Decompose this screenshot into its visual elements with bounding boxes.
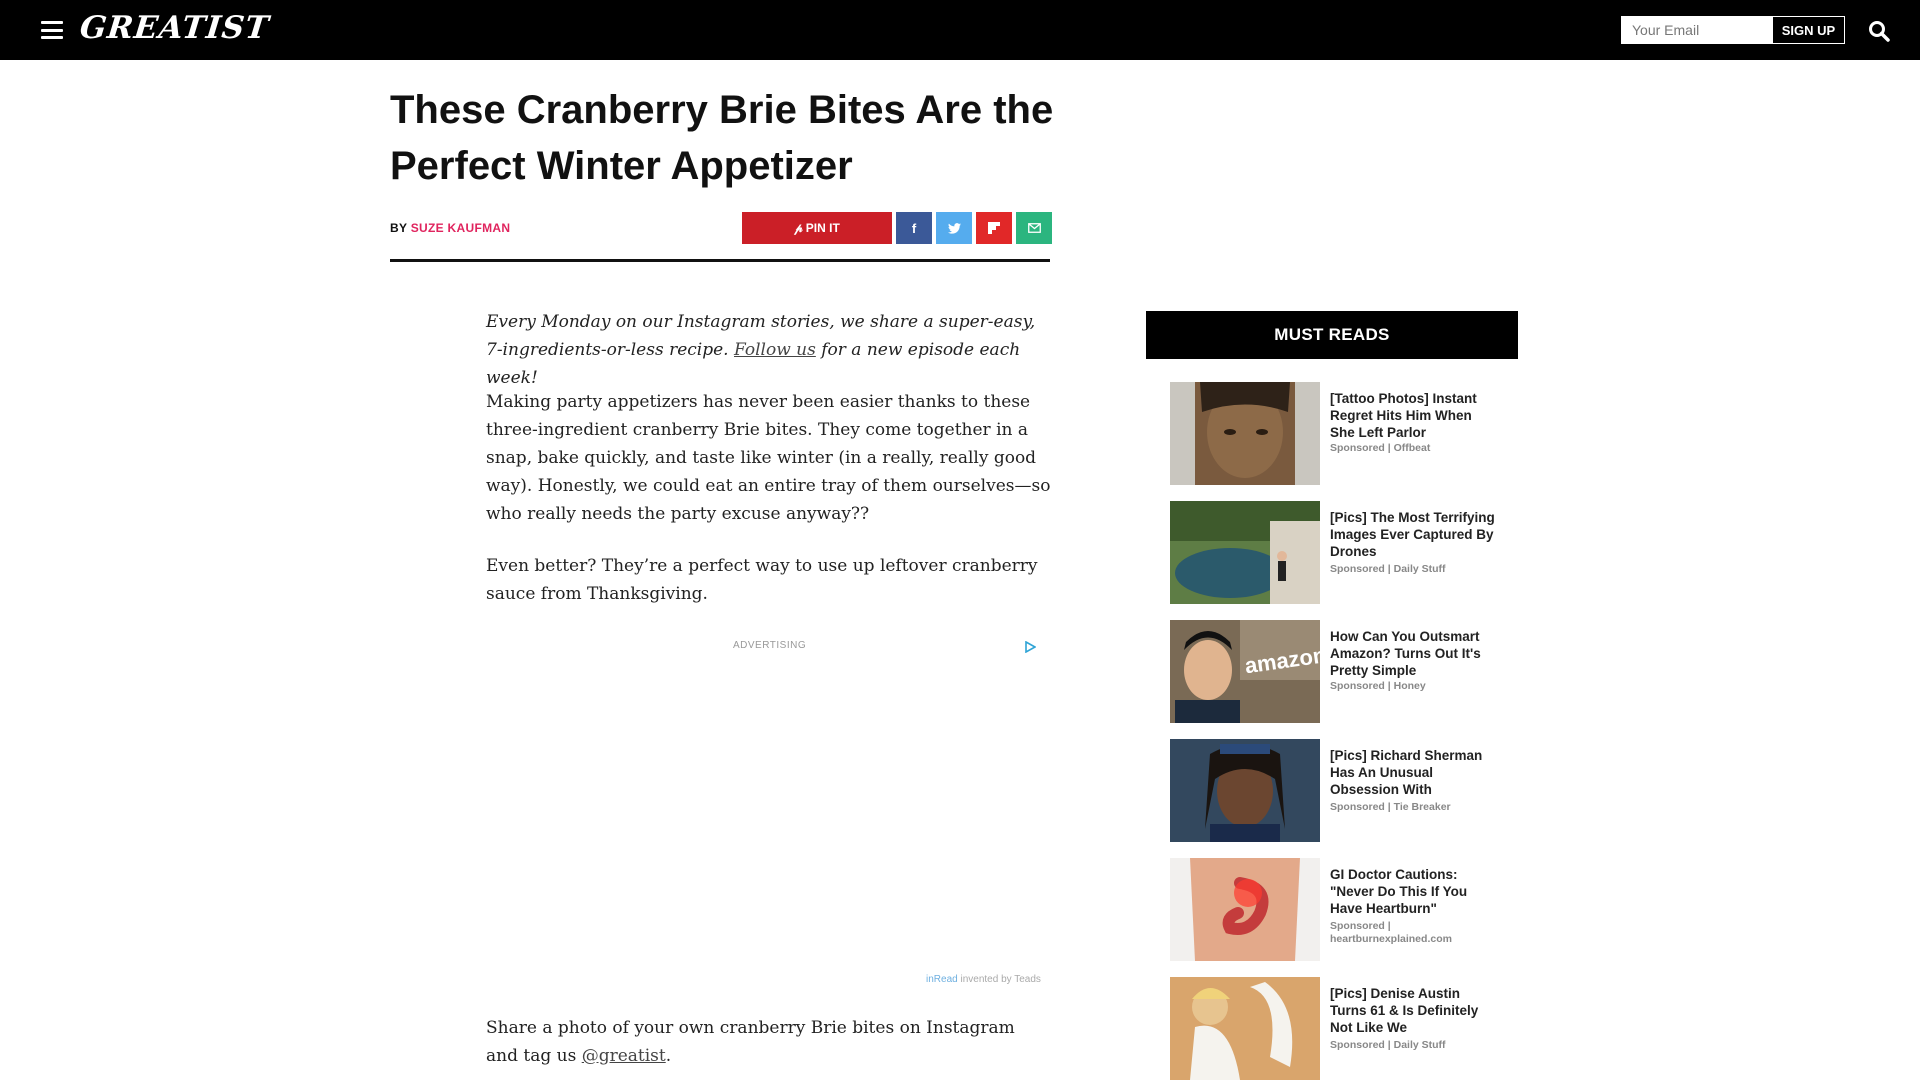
pinterest-icon: 𝓅: [794, 220, 803, 235]
sponsored-headline[interactable]: [Pics] The Most Terrifying Images Ever C…: [1330, 509, 1500, 560]
sponsored-thumbnail[interactable]: [1170, 977, 1320, 1080]
follow-us-link[interactable]: Follow us: [734, 340, 816, 360]
sponsored-headline[interactable]: [Pics] Richard Sherman Has An Unusual Ob…: [1330, 747, 1500, 798]
author-link[interactable]: SUZE KAUFMAN: [411, 221, 511, 235]
flipboard-icon: [988, 222, 1000, 234]
sponsored-source: Sponsored | Tie Breaker: [1330, 801, 1451, 813]
sponsored-thumbnail[interactable]: [1170, 501, 1320, 604]
twitter-icon: [947, 222, 961, 234]
sponsored-item[interactable]: [Tattoo Photos] Instant Regret Hits Him …: [1170, 382, 1520, 485]
inread-link[interactable]: inRead: [926, 974, 958, 985]
sponsored-item[interactable]: GI Doctor Cautions: "Never Do This If Yo…: [1170, 858, 1520, 961]
byline-prefix: BY: [390, 221, 408, 235]
sponsored-headline[interactable]: How Can You Outsmart Amazon? Turns Out I…: [1330, 628, 1500, 679]
body-paragraph-3: Share a photo of your own cranberry Brie…: [486, 1014, 1052, 1070]
ad-footer: inRead invented by Teads: [926, 974, 1041, 985]
intro-paragraph: Every Monday on our Instagram stories, w…: [486, 308, 1052, 392]
sponsored-source: Sponsored | Offbeat: [1330, 442, 1431, 454]
sponsored-source: Sponsored | Honey: [1330, 680, 1426, 692]
sponsored-thumbnail[interactable]: [1170, 382, 1320, 485]
email-input[interactable]: [1621, 16, 1772, 44]
pin-it-button[interactable]: 𝓅 PIN IT: [742, 212, 892, 244]
sponsored-source: Sponsored | Daily Stuff: [1330, 1039, 1446, 1051]
sponsored-thumbnail[interactable]: [1170, 739, 1320, 842]
article-title: These Cranberry Brie Bites Are the Perfe…: [390, 88, 1054, 188]
share-buttons: 𝓅 PIN IT f: [742, 212, 1052, 244]
sponsored-item[interactable]: [Pics] Richard Sherman Has An Unusual Ob…: [1170, 739, 1520, 842]
sponsored-source: Sponsored | heartburnexplained.com: [1330, 920, 1452, 945]
pin-it-label: PIN IT: [805, 221, 840, 235]
share-text: Share a photo of your own cranberry Brie…: [486, 1018, 1015, 1066]
ad-choices-icon[interactable]: [1024, 640, 1037, 654]
title-divider: [390, 259, 1050, 262]
sponsored-headline[interactable]: [Tattoo Photos] Instant Regret Hits Him …: [1330, 390, 1500, 441]
sponsored-headline[interactable]: [Pics] Denise Austin Turns 61 & Is Defin…: [1330, 985, 1500, 1036]
sponsored-headline[interactable]: GI Doctor Cautions: "Never Do This If Yo…: [1330, 866, 1500, 917]
twitter-share-button[interactable]: [936, 212, 972, 244]
body-paragraph-2: Even better? They’re a perfect way to us…: [486, 556, 1038, 604]
envelope-icon: [1027, 223, 1041, 233]
sponsored-item[interactable]: [Pics] Denise Austin Turns 61 & Is Defin…: [1170, 977, 1520, 1080]
top-nav-bar: GREATIST SIGN UP: [0, 0, 1920, 60]
search-icon[interactable]: [1868, 20, 1890, 42]
sponsored-item[interactable]: amazon How Can You Outsmart Amazon? Turn…: [1170, 620, 1520, 723]
greatist-logo[interactable]: GREATIST: [78, 10, 271, 46]
sign-up-button[interactable]: SIGN UP: [1772, 16, 1845, 44]
advertising-label: ADVERTISING: [733, 640, 807, 651]
hamburger-menu-icon[interactable]: [41, 21, 63, 39]
sponsored-thumbnail[interactable]: amazon: [1170, 620, 1320, 723]
share-text-end: .: [665, 1046, 672, 1066]
body-paragraph-1: Making party appetizers has never been e…: [486, 392, 1051, 524]
byline: BY SUZE KAUFMAN: [390, 221, 510, 235]
ad-footer-text: invented by Teads: [957, 974, 1041, 985]
facebook-share-button[interactable]: f: [896, 212, 932, 244]
sponsored-item[interactable]: [Pics] The Most Terrifying Images Ever C…: [1170, 501, 1520, 604]
sponsored-thumbnail[interactable]: [1170, 858, 1320, 961]
sponsored-source: Sponsored | Daily Stuff: [1330, 563, 1446, 575]
greatist-instagram-link[interactable]: @greatist: [582, 1046, 666, 1066]
flipboard-share-button[interactable]: [976, 212, 1012, 244]
facebook-icon: f: [911, 220, 917, 236]
email-share-button[interactable]: [1016, 212, 1052, 244]
must-reads-heading: MUST READS: [1146, 311, 1518, 359]
